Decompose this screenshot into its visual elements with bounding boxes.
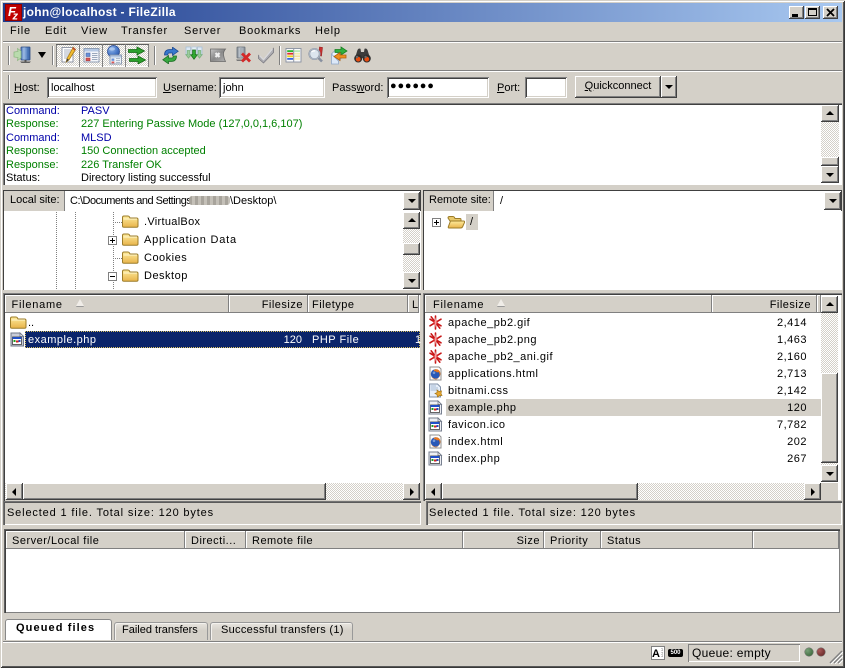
svg-text:A: A (652, 648, 660, 660)
svg-text:z: z (12, 11, 19, 22)
